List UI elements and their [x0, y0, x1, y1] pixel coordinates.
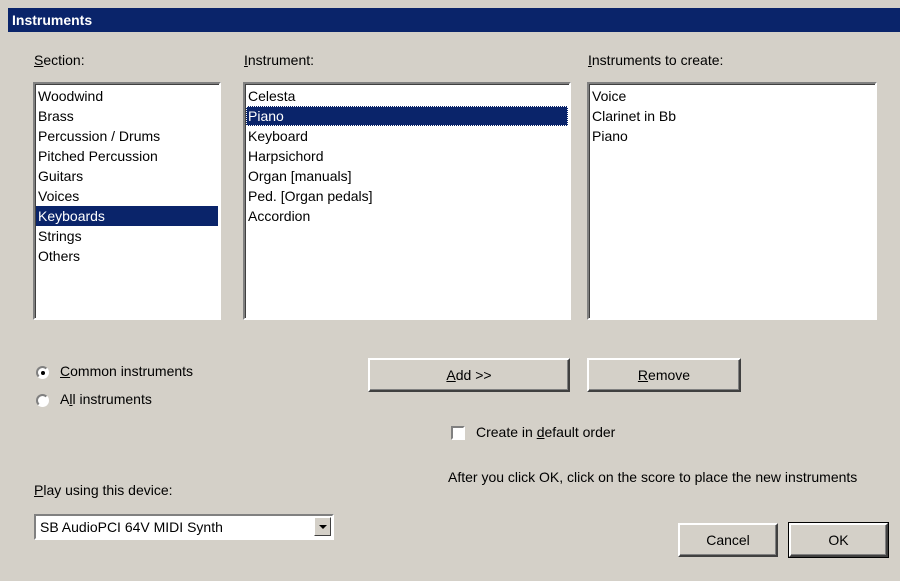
common-instruments-radio[interactable]: [36, 366, 49, 379]
list-item[interactable]: Guitars: [36, 166, 218, 186]
placement-hint-text: After you click OK, click on the score t…: [448, 469, 858, 485]
dialog-title-bar: Instruments: [8, 8, 900, 32]
list-item[interactable]: Organ [manuals]: [246, 166, 568, 186]
device-dropdown-value: SB AudioPCI 64V MIDI Synth: [40, 519, 223, 535]
list-item[interactable]: Keyboard: [246, 126, 568, 146]
list-item[interactable]: Clarinet in Bb: [590, 106, 874, 126]
instrument-listbox[interactable]: Celesta Piano Keyboard Harpsichord Organ [ma…: [243, 82, 571, 320]
list-item[interactable]: Accordion: [246, 206, 568, 226]
all-instruments-label[interactable]: All instruments: [60, 391, 152, 407]
list-item[interactable]: Celesta: [246, 86, 568, 106]
list-item[interactable]: Piano: [590, 126, 874, 146]
list-item[interactable]: Voices: [36, 186, 218, 206]
list-item[interactable]: Piano: [246, 106, 568, 126]
list-item[interactable]: Keyboards: [36, 206, 218, 226]
list-item[interactable]: Brass: [36, 106, 218, 126]
cancel-button[interactable]: Cancel: [678, 523, 778, 557]
instruments-to-create-label: Instruments to create:: [588, 52, 724, 68]
all-instruments-radio[interactable]: [36, 394, 49, 407]
instruments-to-create-listbox[interactable]: Voice Clarinet in Bb Piano: [587, 82, 877, 320]
list-item[interactable]: Voice: [590, 86, 874, 106]
radio-selected-dot: [41, 371, 45, 375]
section-listbox[interactable]: Woodwind Brass Percussion / Drums Pitched P…: [33, 82, 221, 320]
device-label: Play using this device:: [34, 482, 173, 498]
dialog-title: Instruments: [12, 12, 93, 28]
dropdown-arrow-icon[interactable]: [314, 517, 331, 536]
device-dropdown[interactable]: SB AudioPCI 64V MIDI Synth: [34, 514, 334, 540]
list-item[interactable]: Pitched Percussion: [36, 146, 218, 166]
ok-button[interactable]: OK: [788, 522, 889, 558]
create-in-default-order-checkbox[interactable]: [451, 426, 465, 440]
list-item[interactable]: Strings: [36, 226, 218, 246]
common-instruments-label[interactable]: Common instruments: [60, 363, 193, 379]
list-item[interactable]: Ped. [Organ pedals]: [246, 186, 568, 206]
list-item[interactable]: Percussion / Drums: [36, 126, 218, 146]
list-item[interactable]: Others: [36, 246, 218, 266]
instrument-label: Instrument:: [244, 52, 315, 68]
add-button[interactable]: Add >>: [368, 358, 570, 392]
section-label: Section:: [34, 52, 85, 68]
create-in-default-order-label[interactable]: Create in default order: [476, 424, 615, 440]
list-item[interactable]: Harpsichord: [246, 146, 568, 166]
remove-button[interactable]: Remove: [587, 358, 741, 392]
list-item[interactable]: Woodwind: [36, 86, 218, 106]
